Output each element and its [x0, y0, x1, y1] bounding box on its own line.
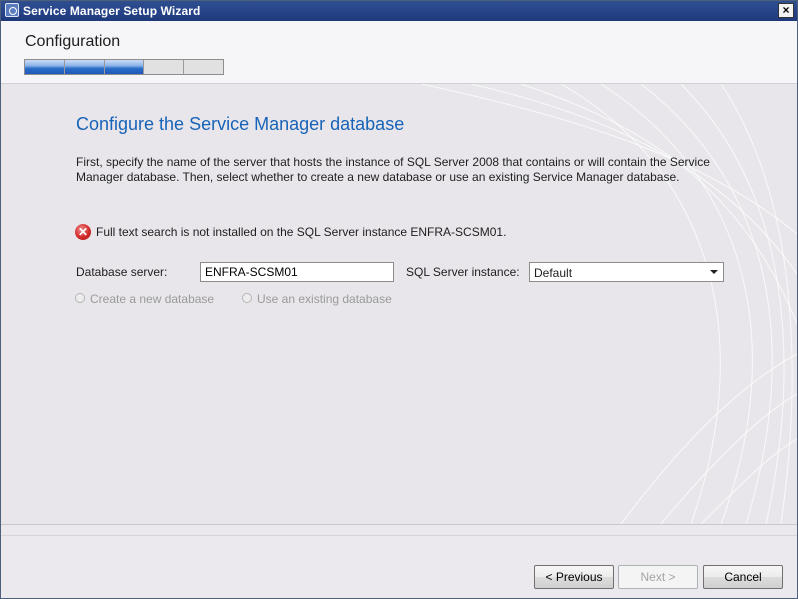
wizard-header: Configuration	[1, 21, 797, 84]
window-title: Service Manager Setup Wizard	[23, 4, 201, 18]
error-message: Full text search is not installed on the…	[96, 225, 507, 239]
create-new-database-label: Create a new database	[90, 292, 215, 306]
wizard-progress-bar	[24, 59, 224, 75]
close-icon: ×	[782, 3, 790, 17]
sql-instance-label: SQL Server instance:	[406, 265, 520, 279]
wizard-footer: < Previous Next > Cancel	[1, 524, 797, 598]
close-button[interactable]: ×	[778, 3, 794, 18]
progress-segment	[104, 60, 145, 74]
progress-segment	[144, 60, 185, 74]
page-description: First, specify the name of the server th…	[76, 155, 710, 184]
database-server-label: Database server:	[76, 265, 168, 279]
progress-segment	[25, 60, 65, 74]
chevron-down-icon[interactable]	[710, 270, 718, 274]
radio-circle-icon	[75, 293, 85, 303]
app-icon	[5, 3, 19, 17]
use-existing-database-label: Use an existing database	[257, 292, 392, 306]
database-server-input[interactable]	[200, 262, 394, 282]
progress-segment	[184, 60, 223, 74]
previous-button[interactable]: < Previous	[534, 565, 614, 589]
title-bar[interactable]: Service Manager Setup Wizard ×	[1, 1, 797, 21]
sql-instance-dropdown[interactable]: Default	[529, 262, 724, 282]
next-button[interactable]: Next >	[618, 565, 698, 589]
progress-segment	[64, 60, 105, 74]
footer-divider	[1, 535, 797, 536]
stage-title: Configuration	[25, 33, 121, 50]
setup-wizard-window: Service Manager Setup Wizard × Configura…	[0, 0, 798, 599]
sql-instance-selected-value: Default	[534, 266, 573, 280]
cancel-button[interactable]: Cancel	[703, 565, 783, 589]
radio-circle-icon	[242, 293, 252, 303]
error-x-icon: ✕	[75, 224, 91, 240]
page-heading: Configure the Service Manager database	[76, 114, 405, 134]
main-content: Configure the Service Manager database F…	[1, 84, 797, 524]
